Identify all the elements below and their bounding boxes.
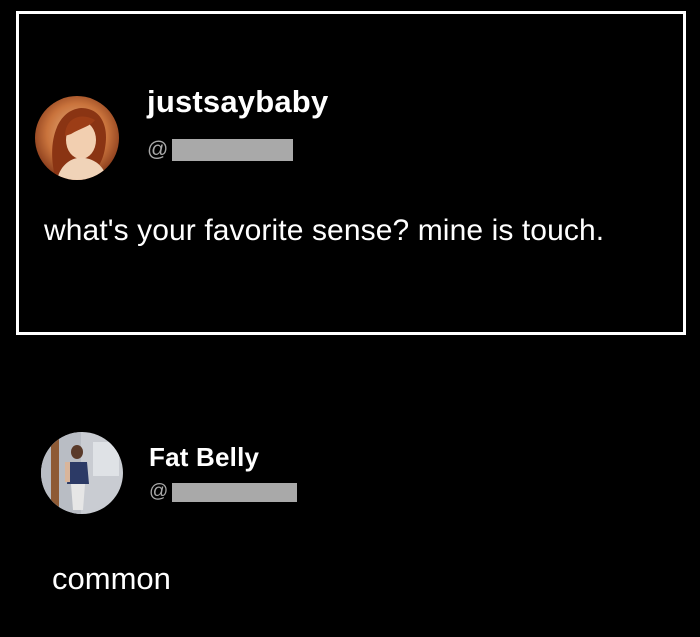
reply-avatar[interactable] [41, 432, 123, 514]
username[interactable]: justsaybaby [147, 84, 328, 120]
handle-prefix: @ [147, 138, 169, 161]
profile-photo-icon [41, 432, 123, 514]
original-tweet-frame [16, 11, 686, 335]
tweet-text: what's your favorite sense? mine is touc… [44, 214, 605, 247]
redaction-bar [172, 139, 294, 161]
handle-prefix: @ [149, 481, 169, 502]
handle[interactable]: @ [147, 138, 294, 162]
reply-text: common [52, 561, 171, 596]
redaction-bar [172, 482, 298, 502]
reply-username[interactable]: Fat Belly [149, 442, 259, 473]
avatar[interactable] [35, 96, 119, 180]
profile-photo-icon [35, 96, 119, 180]
reply-handle[interactable]: @ [149, 480, 298, 504]
